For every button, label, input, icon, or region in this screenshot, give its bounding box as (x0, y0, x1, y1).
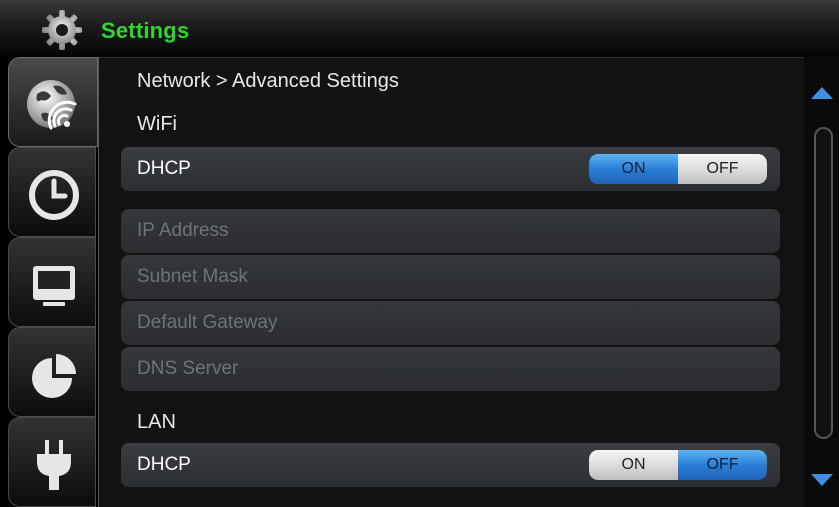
scroll-thumb[interactable] (814, 127, 833, 439)
settings-panel: Network > Advanced Settings WiFi DHCP ON… (98, 57, 804, 507)
tab-power[interactable] (8, 417, 96, 507)
lan-section-label: LAN (137, 411, 176, 433)
monitor-icon (33, 266, 75, 306)
scrollbar[interactable] (804, 57, 839, 507)
tab-network[interactable] (8, 57, 98, 147)
default-gateway-field: Default Gateway (121, 301, 780, 345)
dns-server-label: DNS Server (137, 358, 239, 379)
wifi-dhcp-label: DHCP (137, 158, 191, 179)
wifi-dhcp-on-option[interactable]: ON (589, 154, 678, 184)
globe-wifi-icon (27, 80, 77, 130)
pie-chart-icon (32, 354, 76, 398)
tab-storage[interactable] (8, 327, 96, 417)
wifi-dhcp-toggle[interactable]: ON OFF (589, 154, 767, 184)
title-bar: Settings (0, 0, 839, 57)
breadcrumb: Network > Advanced Settings (137, 70, 399, 92)
tab-display[interactable] (8, 237, 96, 327)
clock-icon (29, 170, 79, 220)
dns-server-field: DNS Server (121, 347, 780, 391)
lan-dhcp-toggle[interactable]: ON OFF (589, 450, 767, 480)
app-title: Settings (101, 18, 190, 43)
default-gateway-label: Default Gateway (137, 312, 278, 333)
wifi-dhcp-off-option[interactable]: OFF (678, 154, 767, 184)
wifi-section-label: WiFi (137, 113, 177, 135)
lan-dhcp-off-option[interactable]: OFF (678, 450, 767, 480)
ip-address-field: IP Address (121, 209, 780, 253)
scroll-up-arrow-icon[interactable] (811, 87, 833, 99)
ip-address-label: IP Address (137, 220, 229, 241)
gear-icon (42, 10, 82, 50)
subnet-mask-field: Subnet Mask (121, 255, 780, 299)
scroll-down-arrow-icon[interactable] (811, 474, 833, 486)
plug-icon (37, 440, 71, 490)
subnet-mask-label: Subnet Mask (137, 266, 248, 287)
lan-dhcp-label: DHCP (137, 454, 191, 475)
wifi-dhcp-row: DHCP ON OFF (121, 147, 780, 191)
lan-dhcp-on-option[interactable]: ON (589, 450, 678, 480)
lan-dhcp-row: DHCP ON OFF (121, 443, 780, 487)
category-tabs (8, 57, 98, 507)
tab-clock[interactable] (8, 147, 96, 237)
